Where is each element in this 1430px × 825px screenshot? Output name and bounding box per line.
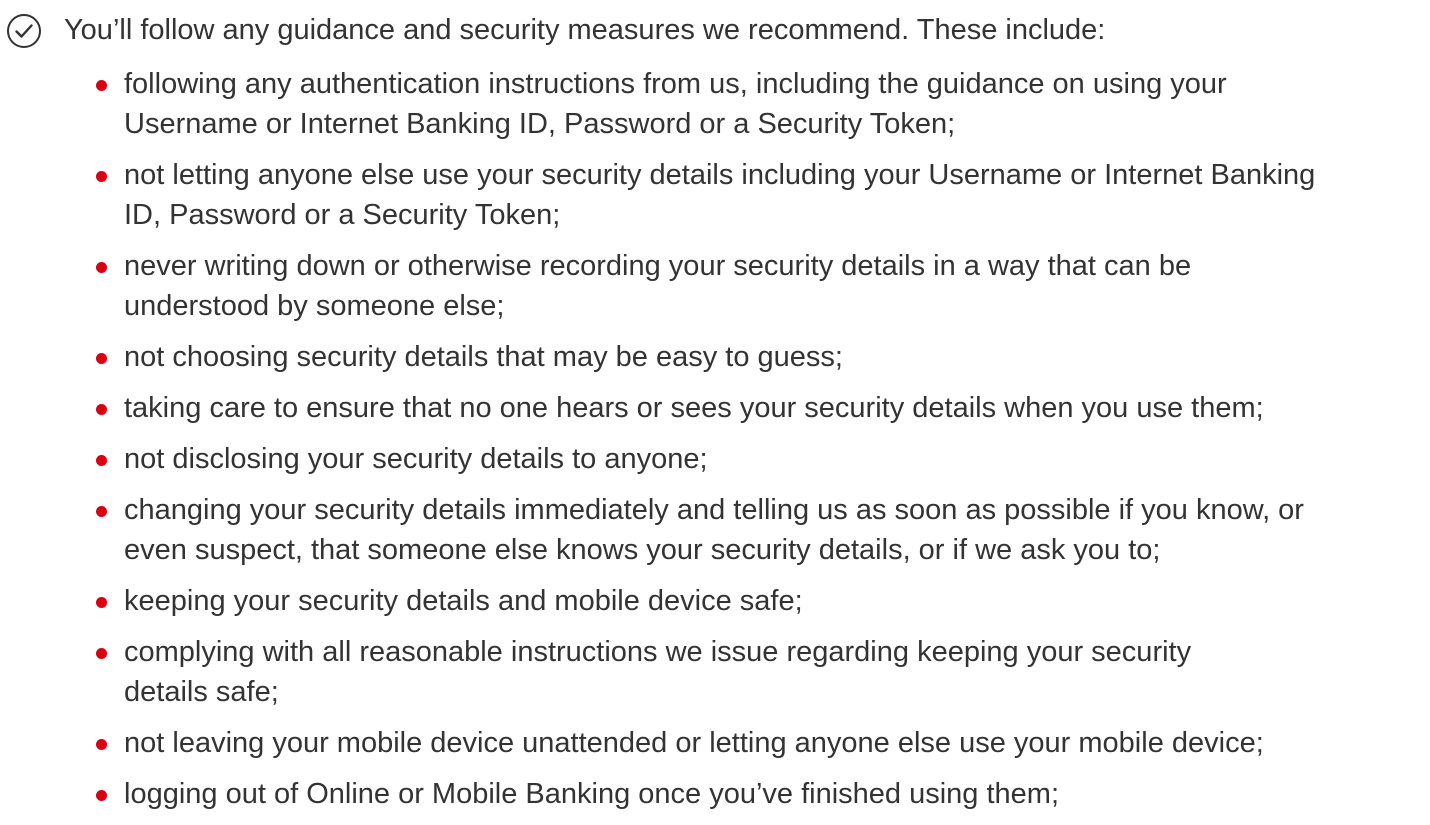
list-item-line: taking care to ensure that no one hears … [124, 392, 1264, 424]
bullet-dot [96, 404, 107, 415]
bullet-dot [96, 80, 107, 91]
bullet-dot [96, 739, 107, 750]
list-item-line: ID, Password or a Security Token; [124, 199, 561, 231]
list-item-line: never writing down or otherwise recordin… [124, 250, 1192, 282]
list-item-line: even suspect, that someone else knows yo… [124, 534, 1161, 566]
security-measures-list: following any authentication instruction… [96, 64, 1421, 825]
list-item-line: not choosing security details that may b… [124, 341, 843, 373]
list-item: taking care to ensure that no one hears … [96, 388, 1421, 428]
check-circle-icon [7, 14, 41, 48]
bullet-dot [96, 506, 107, 517]
list-item-line: changing your security details immediate… [124, 494, 1304, 526]
bullet-dot [96, 262, 107, 273]
list-item-line: following any authentication instruction… [124, 68, 1227, 100]
list-item-line: not letting anyone else use your securit… [124, 159, 1316, 191]
bullet-dot [96, 648, 107, 659]
list-item: keeping your security details and mobile… [96, 581, 1421, 621]
list-item: not choosing security details that may b… [96, 337, 1421, 377]
list-item: not letting anyone else use your securit… [96, 155, 1421, 235]
list-item: never writing down or otherwise recordin… [96, 246, 1421, 326]
list-item-line: not leaving your mobile device unattende… [124, 727, 1264, 759]
list-item-line: keeping your security details and mobile… [124, 585, 803, 617]
list-item: changing your security details immediate… [96, 490, 1421, 570]
list-item-line: logging out of Online or Mobile Banking … [124, 778, 1060, 810]
list-item: not disclosing your security details to … [96, 439, 1421, 479]
clause-intro: You’ll follow any guidance and security … [64, 14, 1106, 46]
list-item: logging out of Online or Mobile Banking … [96, 774, 1421, 814]
bullet-dot [96, 455, 107, 466]
security-clause: You’ll follow any guidance and security … [0, 0, 1430, 810]
list-item: not leaving your mobile device unattende… [96, 723, 1421, 763]
list-item-line: complying with all reasonable instructio… [124, 636, 1192, 668]
bullet-dot [96, 597, 107, 608]
list-item-line: Username or Internet Banking ID, Passwor… [124, 108, 956, 140]
list-item-line: details safe; [124, 676, 279, 708]
list-item: following any authentication instruction… [96, 64, 1421, 144]
bullet-dot [96, 353, 107, 364]
list-item-line: understood by someone else; [124, 290, 505, 322]
bullet-dot [96, 171, 107, 182]
list-item: complying with all reasonable instructio… [96, 632, 1421, 712]
list-item-line: not disclosing your security details to … [124, 443, 708, 475]
